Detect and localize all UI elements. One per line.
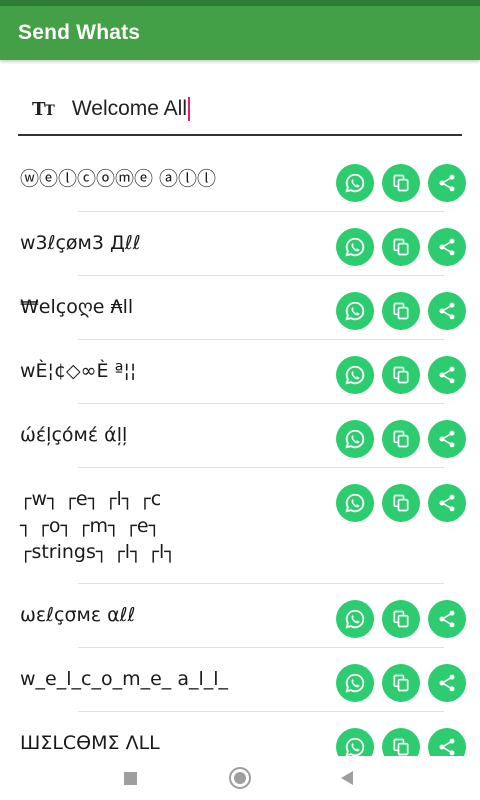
copy-button[interactable] bbox=[382, 228, 420, 266]
share-button[interactable] bbox=[428, 356, 466, 394]
app-title: Send Whats bbox=[18, 21, 141, 44]
text-input-row[interactable]: TT Welcome All bbox=[18, 84, 462, 136]
share-icon bbox=[437, 493, 457, 513]
list-item: ШΣLCӨMΣ ΛLL bbox=[0, 712, 480, 758]
list-item: ⓦⓔⓛⓒⓞⓜⓔ ⓐⓛⓛ bbox=[0, 148, 480, 212]
row-actions bbox=[336, 340, 480, 394]
styled-text: ШΣLCӨMΣ ΛLL bbox=[20, 732, 160, 754]
copy-icon bbox=[391, 737, 411, 757]
share-icon bbox=[437, 365, 457, 385]
styled-text: ┌w┐ ┌e┐ ┌l┐ ┌c ┐ ┌o┐ ┌m┐ ┌e┐ ┌strings┐ ┌… bbox=[20, 488, 176, 564]
share-icon bbox=[437, 173, 457, 193]
row-actions bbox=[336, 404, 480, 458]
share-button[interactable] bbox=[428, 228, 466, 266]
share-button[interactable] bbox=[428, 728, 466, 758]
home-icon[interactable] bbox=[229, 767, 251, 789]
whatsapp-button[interactable] bbox=[336, 600, 374, 638]
copy-icon bbox=[391, 493, 411, 513]
copy-icon bbox=[391, 173, 411, 193]
copy-button[interactable] bbox=[382, 664, 420, 702]
share-icon bbox=[437, 673, 457, 693]
share-button[interactable] bbox=[428, 164, 466, 202]
row-actions bbox=[336, 712, 480, 758]
copy-icon bbox=[391, 237, 411, 257]
share-icon bbox=[437, 609, 457, 629]
whatsapp-icon bbox=[344, 172, 366, 194]
styled-text: ₩elçoღe ₳ll bbox=[20, 296, 134, 318]
list-item: w_e_l_c_o_m_e_ a_l_l_ bbox=[0, 648, 480, 712]
whatsapp-icon bbox=[344, 672, 366, 694]
copy-button[interactable] bbox=[382, 420, 420, 458]
whatsapp-button[interactable] bbox=[336, 484, 374, 522]
app-bar: Send Whats bbox=[0, 6, 480, 60]
styled-text-list: ⓦⓔⓛⓒⓞⓜⓔ ⓐⓛⓛ w3ℓçøм3 Дℓℓ ₩elçoღe ₳ll wÈ¦¢◇∞È… bbox=[0, 148, 480, 758]
copy-icon bbox=[391, 301, 411, 321]
whatsapp-button[interactable] bbox=[336, 164, 374, 202]
styled-text: w3ℓçøм3 Дℓℓ bbox=[20, 232, 141, 254]
text-input[interactable]: Welcome All bbox=[72, 97, 462, 122]
share-button[interactable] bbox=[428, 600, 466, 638]
copy-button[interactable] bbox=[382, 356, 420, 394]
copy-icon bbox=[391, 609, 411, 629]
whatsapp-button[interactable] bbox=[336, 420, 374, 458]
list-item: ώέļçόмέ άļļ bbox=[0, 404, 480, 468]
styled-text: ωεℓçσмε αℓℓ bbox=[20, 604, 136, 626]
whatsapp-icon bbox=[344, 736, 366, 758]
copy-button[interactable] bbox=[382, 484, 420, 522]
list-item: ┌w┐ ┌e┐ ┌l┐ ┌c ┐ ┌o┐ ┌m┐ ┌e┐ ┌strings┐ ┌… bbox=[0, 468, 480, 584]
row-actions bbox=[336, 148, 480, 202]
share-icon bbox=[437, 237, 457, 257]
row-actions bbox=[336, 276, 480, 330]
row-actions bbox=[336, 468, 480, 522]
whatsapp-button[interactable] bbox=[336, 356, 374, 394]
whatsapp-icon bbox=[344, 300, 366, 322]
share-icon bbox=[437, 737, 457, 757]
share-button[interactable] bbox=[428, 484, 466, 522]
whatsapp-icon bbox=[344, 364, 366, 386]
copy-button[interactable] bbox=[382, 292, 420, 330]
copy-button[interactable] bbox=[382, 728, 420, 758]
back-icon[interactable] bbox=[341, 771, 353, 785]
share-button[interactable] bbox=[428, 664, 466, 702]
styled-text: w_e_l_c_o_m_e_ a_l_l_ bbox=[20, 668, 229, 690]
styled-text: ⓦⓔⓛⓒⓞⓜⓔ ⓐⓛⓛ bbox=[20, 168, 217, 190]
row-actions bbox=[336, 212, 480, 266]
styled-text: wÈ¦¢◇∞È ª¦¦ bbox=[20, 360, 137, 382]
copy-button[interactable] bbox=[382, 600, 420, 638]
list-item: wÈ¦¢◇∞È ª¦¦ bbox=[0, 340, 480, 404]
copy-button[interactable] bbox=[382, 164, 420, 202]
text-format-icon: TT bbox=[32, 98, 55, 120]
whatsapp-button[interactable] bbox=[336, 228, 374, 266]
copy-icon bbox=[391, 365, 411, 385]
copy-icon bbox=[391, 673, 411, 693]
list-item: ωεℓçσмε αℓℓ bbox=[0, 584, 480, 648]
whatsapp-button[interactable] bbox=[336, 292, 374, 330]
recent-apps-icon[interactable] bbox=[124, 772, 137, 785]
whatsapp-button[interactable] bbox=[336, 728, 374, 758]
row-actions bbox=[336, 584, 480, 638]
whatsapp-icon bbox=[344, 236, 366, 258]
system-nav-bar bbox=[0, 756, 480, 800]
share-icon bbox=[437, 429, 457, 449]
whatsapp-icon bbox=[344, 608, 366, 630]
text-cursor bbox=[187, 97, 190, 122]
share-button[interactable] bbox=[428, 420, 466, 458]
list-item: w3ℓçøм3 Дℓℓ bbox=[0, 212, 480, 276]
copy-icon bbox=[391, 429, 411, 449]
whatsapp-icon bbox=[344, 492, 366, 514]
styled-text: ώέļçόмέ άļļ bbox=[20, 424, 128, 446]
share-icon bbox=[437, 301, 457, 321]
whatsapp-icon bbox=[344, 428, 366, 450]
whatsapp-button[interactable] bbox=[336, 664, 374, 702]
list-item: ₩elçoღe ₳ll bbox=[0, 276, 480, 340]
share-button[interactable] bbox=[428, 292, 466, 330]
row-actions bbox=[336, 648, 480, 702]
